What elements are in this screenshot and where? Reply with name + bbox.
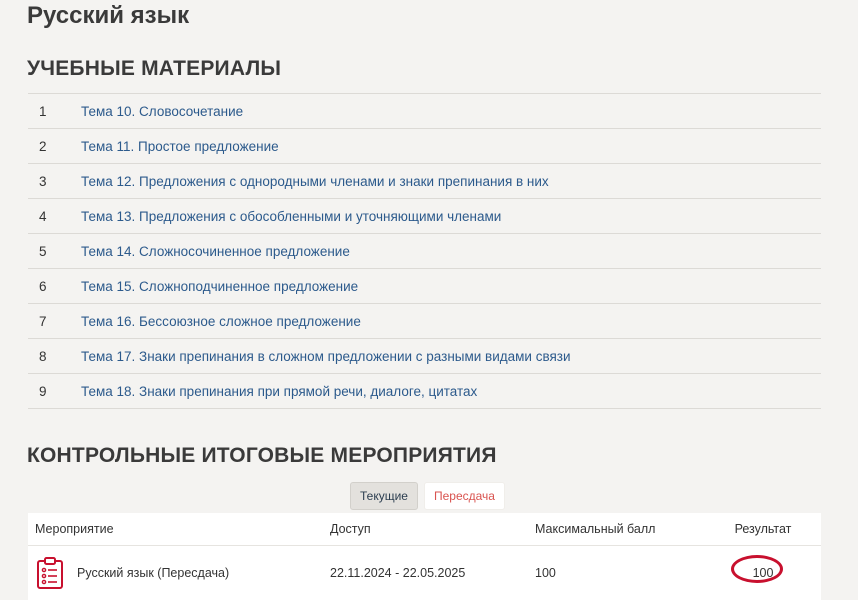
clipboard-checklist-icon (35, 556, 65, 590)
tab-retake[interactable]: Пересдача (423, 482, 505, 510)
topic-link[interactable]: Тема 15. Сложноподчиненное предложение (81, 279, 358, 294)
item-number: 6 (39, 278, 47, 294)
list-item: 3 Тема 12. Предложения с однородными чле… (28, 164, 821, 199)
topic-link[interactable]: Тема 10. Словосочетание (81, 104, 243, 119)
item-number: 4 (39, 208, 47, 224)
item-number: 7 (39, 313, 47, 329)
topic-link[interactable]: Тема 16. Бессоюзное сложное предложение (81, 314, 361, 329)
max-score-cell: 100 (535, 566, 556, 580)
header-access: Доступ (330, 522, 371, 536)
list-item: 4 Тема 13. Предложения с обособленными и… (28, 199, 821, 234)
list-item: 9 Тема 18. Знаки препинания при прямой р… (28, 374, 821, 409)
control-tabs: Текущие Пересдача (350, 482, 505, 510)
table-header: Мероприятие Доступ Максимальный балл Рез… (28, 513, 821, 546)
topic-link[interactable]: Тема 14. Сложносочиненное предложение (81, 244, 350, 259)
item-number: 9 (39, 383, 47, 399)
topic-link[interactable]: Тема 17. Знаки препинания в сложном пред… (81, 349, 571, 364)
item-number: 3 (39, 173, 47, 189)
list-item: 7 Тема 16. Бессоюзное сложное предложени… (28, 304, 821, 339)
result-cell: 100 (705, 555, 821, 583)
event-cell: Русский язык (Пересдача) (28, 556, 330, 590)
topic-link[interactable]: Тема 12. Предложения с однородными члена… (81, 174, 549, 189)
materials-list: 1 Тема 10. Словосочетание 2 Тема 11. Про… (28, 93, 821, 409)
item-number: 2 (39, 138, 47, 154)
list-item: 2 Тема 11. Простое предложение (28, 129, 821, 164)
list-item: 5 Тема 14. Сложносочиненное предложение (28, 234, 821, 269)
tab-current[interactable]: Текущие (350, 482, 418, 510)
result-value-wrap: 100 (730, 555, 783, 583)
topic-link[interactable]: Тема 13. Предложения с обособленными и у… (81, 209, 501, 224)
header-event: Мероприятие (35, 522, 114, 536)
header-max-score: Максимальный балл (535, 522, 656, 536)
highlight-circle (730, 555, 783, 583)
item-number: 8 (39, 348, 47, 364)
materials-section-title: УЧЕБНЫЕ МАТЕРИАЛЫ (27, 57, 282, 80)
list-item: 8 Тема 17. Знаки препинания в сложном пр… (28, 339, 821, 374)
header-result: Результат (734, 522, 792, 536)
item-number: 1 (39, 103, 47, 119)
event-name[interactable]: Русский язык (Пересдача) (77, 566, 229, 580)
control-section-title: КОНТРОЛЬНЫЕ ИТОГОВЫЕ МЕРОПРИЯТИЯ (27, 444, 497, 467)
results-table: Мероприятие Доступ Максимальный балл Рез… (28, 513, 821, 600)
list-item: 1 Тема 10. Словосочетание (28, 94, 821, 129)
page-title: Русский язык (27, 2, 190, 29)
topic-link[interactable]: Тема 11. Простое предложение (81, 139, 279, 154)
access-cell: 22.11.2024 - 22.05.2025 (330, 566, 466, 580)
topic-link[interactable]: Тема 18. Знаки препинания при прямой реч… (81, 384, 477, 399)
list-item: 6 Тема 15. Сложноподчиненное предложение (28, 269, 821, 304)
item-number: 5 (39, 243, 47, 259)
table-row[interactable]: Русский язык (Пересдача) 22.11.2024 - 22… (28, 546, 821, 600)
